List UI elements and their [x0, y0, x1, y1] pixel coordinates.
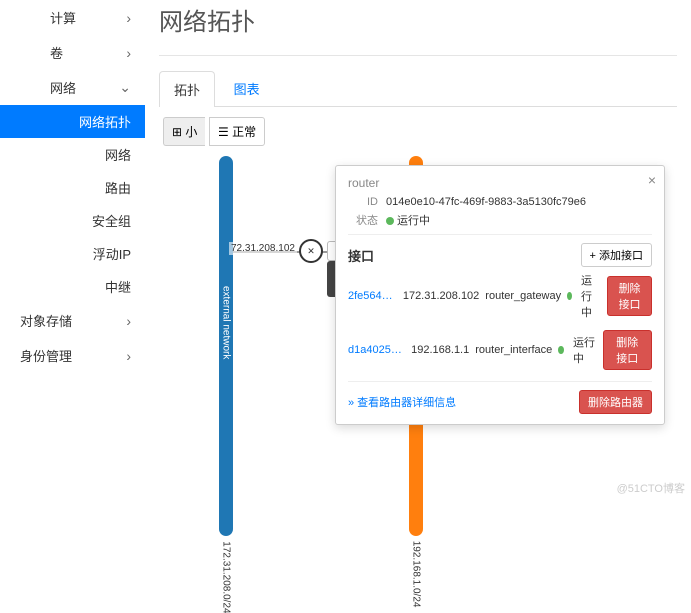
delete-interface-button[interactable]: 删除接口: [603, 330, 652, 370]
interfaces-heading: 接口: [348, 246, 374, 265]
size-small-button[interactable]: ⊞ 小: [163, 117, 205, 146]
popup-title: router: [348, 176, 652, 190]
interface-id-link[interactable]: 2fe564e2-cd...: [348, 290, 397, 302]
interface-ip: 192.168.1.1: [411, 344, 469, 356]
toolbar: ⊞ 小 ☰ 正常: [159, 107, 677, 156]
close-icon[interactable]: ×: [648, 172, 656, 188]
nav-routers[interactable]: 路由: [0, 171, 145, 204]
chevron-right-icon: ›: [126, 45, 131, 61]
interface-row: 2fe564e2-cd... 172.31.208.102 router_gat…: [348, 267, 652, 325]
status-dot-icon: [558, 346, 564, 354]
tab-topology[interactable]: 拓扑: [159, 71, 215, 107]
tab-graph[interactable]: 图表: [219, 70, 275, 106]
chevron-right-icon: ›: [126, 10, 131, 26]
watermark: @51CTO博客: [617, 480, 685, 496]
chevron-right-icon: ›: [126, 348, 131, 364]
add-interface-button[interactable]: + 添加接口: [581, 243, 652, 267]
list-icon: ☰: [218, 125, 229, 139]
network-bar-external[interactable]: external network 172.31.208.0/24: [219, 156, 233, 536]
interface-ip: 172.31.208.102: [403, 290, 479, 302]
network-cidr: 172.31.208.0/24: [221, 541, 232, 613]
nav-compute[interactable]: 计算›: [0, 0, 145, 35]
size-normal-button[interactable]: ☰ 正常: [209, 117, 265, 146]
tabs: 拓扑 图表: [159, 56, 677, 106]
port-ip-label: 72.31.208.102: [229, 242, 297, 255]
router-icon: ✕: [299, 239, 323, 263]
nav-floating-ips[interactable]: 浮动IP: [0, 237, 145, 270]
network-cidr: 192.168.1.0/24: [411, 541, 422, 608]
delete-interface-button[interactable]: 删除接口: [607, 276, 652, 316]
value-id: 014e0e10-47fc-469f-9883-3a5130fc79e6: [386, 196, 586, 208]
nav-network-topology[interactable]: 网络拓扑: [0, 105, 145, 138]
chevron-right-icon: ›: [126, 313, 131, 329]
nav-trunks[interactable]: 中继: [0, 270, 145, 303]
chevron-down-icon: ⌄: [119, 79, 131, 96]
interface-status: 运行中: [581, 272, 601, 320]
router-detail-link[interactable]: » 查看路由器详细信息: [348, 394, 456, 410]
label-status: 状态: [348, 212, 378, 228]
nav-volumes[interactable]: 卷›: [0, 35, 145, 70]
nav-networks[interactable]: 网络: [0, 138, 145, 171]
interface-row: d1a40252-8b... 192.168.1.1 router_interf…: [348, 325, 652, 375]
grid-icon: ⊞: [172, 125, 182, 139]
nav-identity[interactable]: 身份管理›: [0, 338, 145, 373]
network-label: external network: [221, 286, 232, 359]
router-detail-popup: × router ID 014e0e10-47fc-469f-9883-3a513…: [335, 165, 665, 425]
value-status: 运行中: [397, 215, 430, 227]
nav-object-storage[interactable]: 对象存储›: [0, 303, 145, 338]
interface-status: 运行中: [573, 334, 597, 366]
router-node[interactable]: ✕ router 路由: [299, 239, 323, 263]
interface-type: router_gateway: [485, 290, 561, 302]
status-dot-icon: [567, 292, 572, 300]
page-title: 网络拓扑: [159, 0, 677, 56]
nav-network[interactable]: 网络⌄: [0, 70, 145, 105]
status-dot-icon: [386, 217, 394, 225]
nav-security-groups[interactable]: 安全组: [0, 204, 145, 237]
delete-router-button[interactable]: 删除路由器: [579, 390, 652, 414]
interface-type: router_interface: [475, 344, 552, 356]
interface-id-link[interactable]: d1a40252-8b...: [348, 344, 405, 356]
sidebar: 计算› 卷› 网络⌄ 网络拓扑 网络 路由 安全组 浮动IP 中继 对象存储› …: [0, 0, 145, 373]
label-id: ID: [348, 196, 378, 208]
